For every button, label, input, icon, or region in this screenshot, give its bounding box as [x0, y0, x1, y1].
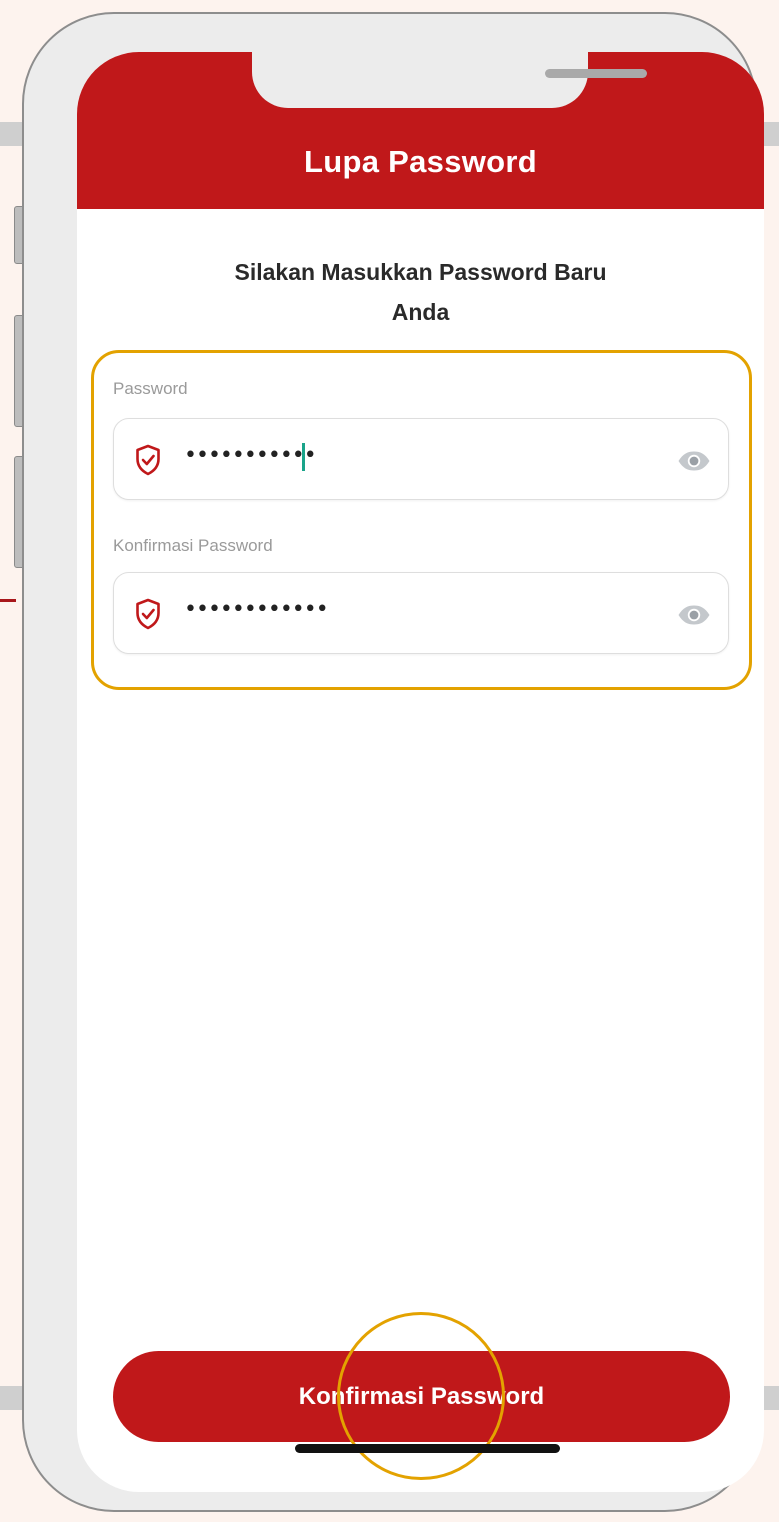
home-indicator[interactable]: [295, 1444, 560, 1453]
instruction-line-1: Silakan Masukkan Password Baru: [234, 259, 607, 285]
accent-line: [0, 599, 16, 602]
device-notch: [252, 52, 647, 108]
page-title: Lupa Password: [303, 144, 537, 179]
speaker-grille: [545, 69, 647, 78]
tap-highlight-circle: [337, 1312, 505, 1480]
fields-highlight: [91, 350, 752, 690]
instruction-text: Silakan Masukkan Password Baru Anda: [77, 252, 764, 332]
app-screen: Lupa Password Silakan Masukkan Password …: [77, 52, 764, 1492]
phone-frame: Lupa Password Silakan Masukkan Password …: [22, 12, 764, 1512]
instruction-line-2: Anda: [391, 299, 450, 325]
